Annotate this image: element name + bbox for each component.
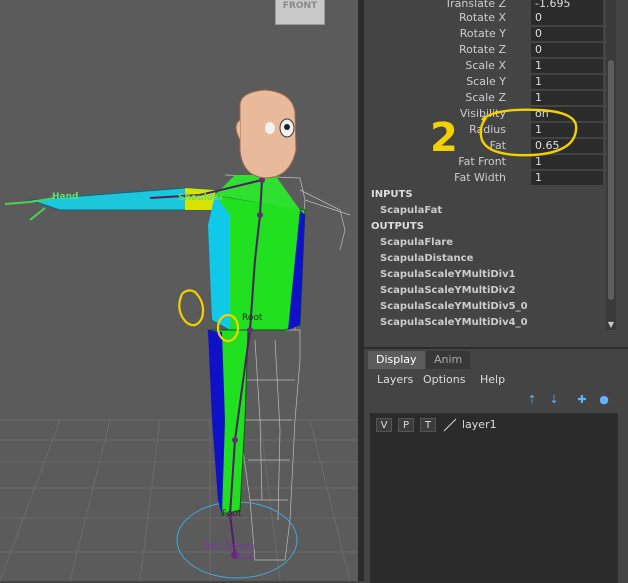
tab-anim[interactable]: Anim	[426, 351, 471, 369]
shoulder-joint-label: Shoulder	[178, 193, 224, 203]
output-node-multidiv1[interactable]: ScapulaScaleYMultiDiv1	[380, 269, 516, 280]
move-layer-down-icon[interactable]: ⇣	[546, 393, 562, 407]
layer-row[interactable]: V P T layer1	[374, 417, 614, 433]
menu-layers[interactable]: Layers	[377, 373, 413, 386]
view-cube-front[interactable]: FRONT	[275, 0, 325, 25]
root-joint-label: Root	[242, 313, 263, 323]
layer-template-toggle[interactable]: T	[420, 418, 436, 432]
annotation-number-2: 2	[430, 115, 458, 161]
menu-options[interactable]: Options	[423, 373, 465, 386]
input-node-scapulafat[interactable]: ScapulaFat	[380, 205, 442, 216]
outputs-header: OUTPUTS	[371, 221, 424, 232]
new-layer-selected-icon[interactable]: ●	[596, 393, 612, 407]
layer-editor: Display Anim Layers Options Help ⇡ ⇣ ✚ ●…	[364, 347, 628, 583]
layer-name[interactable]: layer1	[462, 418, 497, 432]
scene-graphics	[0, 89, 358, 581]
viewport-3d[interactable]: Hand Shoulder Root Foot Pink Sphere End …	[0, 0, 358, 581]
output-node-multidiv2[interactable]: ScapulaScaleYMultiDiv2	[380, 285, 516, 296]
menu-help[interactable]: Help	[480, 373, 505, 386]
layer-visibility-toggle[interactable]: V	[376, 418, 392, 432]
hand-joint-label: Hand	[52, 192, 79, 202]
annotation-marks	[479, 108, 578, 157]
output-node-scapulaflare[interactable]: ScapulaFlare	[380, 237, 453, 248]
move-layer-up-icon[interactable]: ⇡	[524, 393, 540, 407]
end-joint-label: End	[236, 552, 254, 562]
channel-box: Translate Z -1.695 Rotate X 0 Rotate Y 0…	[364, 0, 628, 345]
tab-display[interactable]: Display	[368, 351, 425, 369]
layer-list: V P T layer1	[370, 413, 618, 583]
new-layer-icon[interactable]: ✚	[574, 393, 590, 407]
foot-joint-label: Foot	[222, 509, 242, 519]
output-node-scapuladistance[interactable]: ScapulaDistance	[380, 253, 473, 264]
output-node-multidiv4[interactable]: ScapulaScaleYMultiDiv4_0	[380, 317, 528, 328]
pink-sphere-label: Pink Sphere	[203, 542, 257, 552]
layer-playback-toggle[interactable]: P	[398, 418, 414, 432]
scroll-down-arrow-icon[interactable]: ▼	[606, 320, 616, 330]
channel-box-scroll-thumb[interactable]	[608, 60, 614, 300]
layer-color-swatch-icon[interactable]	[442, 418, 458, 432]
output-node-multidiv5[interactable]: ScapulaScaleYMultiDiv5_0	[380, 301, 528, 312]
